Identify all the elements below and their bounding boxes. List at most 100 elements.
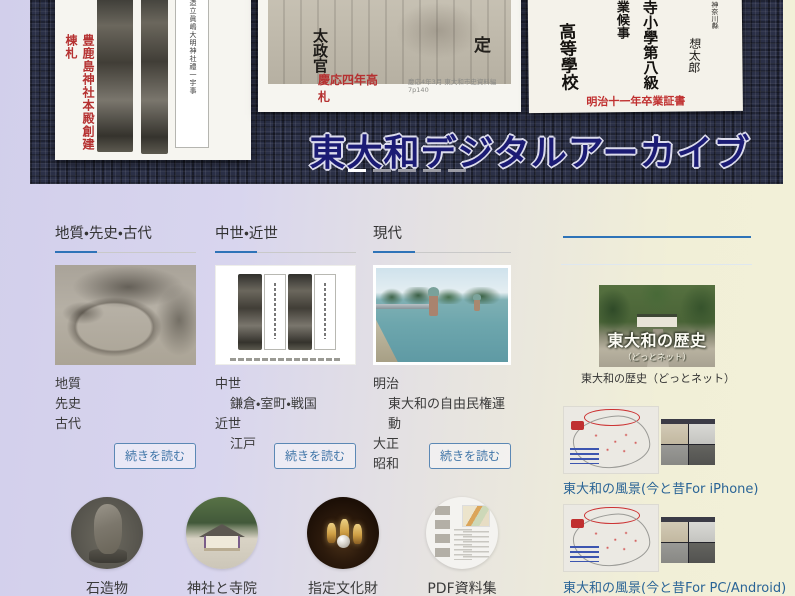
decor xyxy=(689,445,716,465)
read-more-button[interactable]: 続きを読む xyxy=(274,443,356,469)
read-more-button[interactable]: 続きを読む xyxy=(429,443,511,469)
category-label[interactable]: PDF資料集 xyxy=(427,578,496,596)
category-pdf-materials-image[interactable] xyxy=(426,497,498,569)
section-ancient-list: 地質 先史 古代 xyxy=(55,375,196,435)
decor xyxy=(570,448,599,464)
category-label[interactable]: 指定文化財 xyxy=(308,578,378,596)
sidebar-thumb-pc-android[interactable] xyxy=(563,504,715,574)
kosatsu-text: 定 xyxy=(468,36,493,53)
carousel-indicator[interactable] xyxy=(348,169,366,172)
section-heading: 現代 xyxy=(373,215,511,253)
photo-grid-thumbnail xyxy=(661,517,715,563)
banner-overlay-subtitle: （どっとネット） xyxy=(599,351,715,363)
hero-slide-caption-row: 慶応四年高札 慶応4年3月 東大和市史資料編7p140 xyxy=(268,71,511,105)
category-shrines-temples-image[interactable] xyxy=(186,497,258,569)
carousel-indicator[interactable] xyxy=(423,169,441,172)
kosatsu-text: 太政官 xyxy=(310,28,331,73)
section-heading-text: 現代 xyxy=(373,226,402,242)
decor xyxy=(462,505,490,527)
printed-tablet-text: 造立眞嶋大明神社禮一宇事 xyxy=(188,0,198,95)
hero-slide-caption: 明治十一年卒業証書 xyxy=(529,92,743,110)
section-ancient: 地質・先史・古代 地質 先史 古代 続きを読む xyxy=(55,215,196,470)
decor xyxy=(94,504,122,554)
wooden-tablet-image xyxy=(141,0,168,154)
diploma-text: 高等學校 xyxy=(553,22,581,91)
decor xyxy=(288,274,312,350)
sidebar-banner-caption: 東大和の歴史（どっとネット） xyxy=(577,370,739,386)
decor xyxy=(463,531,489,560)
list-item[interactable]: 近世 xyxy=(215,415,356,435)
decor xyxy=(376,287,508,304)
list-item[interactable]: 東大和の自由民権運動 xyxy=(373,395,511,435)
diploma-text: 業候事 xyxy=(612,0,631,39)
sidebar-heading-rule xyxy=(563,236,751,238)
sidebar-link-pc-android[interactable]: 東大和の風景(今と昔For PC/Android) xyxy=(563,577,786,596)
category-cultural-properties: 指定文化財 xyxy=(307,497,379,569)
section-modern-image[interactable] xyxy=(373,265,511,365)
section-ancient-image[interactable] xyxy=(55,265,196,365)
hero-slide-diploma[interactable]: 神奈川縣 想太郎 寺小學第八級 業候事 高等學校 明治十一年卒業証書 xyxy=(527,0,743,113)
list-item[interactable]: 中世 xyxy=(215,375,356,395)
decor xyxy=(376,304,431,309)
decor xyxy=(429,294,438,316)
hero-slide-kosatsu[interactable]: 太政官 定 慶応四年高札 慶応4年3月 東大和市史資料編7p140 xyxy=(258,0,521,112)
decor xyxy=(661,445,688,465)
decor xyxy=(376,320,416,362)
carousel-indicator[interactable] xyxy=(448,169,466,172)
list-item[interactable]: 鎌倉・室町・戦国 xyxy=(215,395,356,415)
category-shrines-temples: 神社と寺院 xyxy=(186,497,258,569)
category-label[interactable]: 神社と寺院 xyxy=(187,578,257,596)
decor xyxy=(570,546,599,562)
section-medieval-image[interactable] xyxy=(215,265,356,365)
decor xyxy=(314,274,336,350)
section-heading: 地質・先史・古代 xyxy=(55,215,196,253)
section-heading-text: 中世・近世 xyxy=(215,226,278,242)
decor xyxy=(353,524,362,544)
read-more-button[interactable]: 続きを読む xyxy=(114,443,196,469)
category-cultural-properties-image[interactable] xyxy=(307,497,379,569)
decor xyxy=(689,522,716,542)
page: 豊鹿島神社本殿創建棟札 造立眞嶋大明神社禮一宇事 太政官 定 慶応四年高札 慶応… xyxy=(0,0,795,596)
sidebar-divider xyxy=(561,264,752,265)
list-item[interactable]: 先史 xyxy=(55,395,196,415)
list-item[interactable]: 明治 xyxy=(373,375,511,395)
sidebar-history-banner[interactable]: 東大和の歴史 （どっとネット） xyxy=(599,285,715,367)
decor xyxy=(204,536,240,551)
decor xyxy=(689,543,716,563)
banner-overlay-title: 東大和の歴史 xyxy=(599,327,715,351)
decor xyxy=(337,535,350,548)
category-stone-artifacts-image[interactable] xyxy=(71,497,143,569)
decor xyxy=(474,299,480,311)
map-thumbnail xyxy=(563,406,659,474)
decor xyxy=(238,274,262,350)
category-pdf-materials: PDF資料集 xyxy=(426,497,498,569)
carousel-indicator[interactable] xyxy=(398,169,416,172)
section-modern: 現代 明治 東大和の自由民権運動 大正 昭和 続きを読む xyxy=(373,215,511,470)
diploma-text: 寺小學第八級 xyxy=(640,0,662,90)
hero-slide-subcaption: 慶応4年3月 東大和市史資料編7p140 xyxy=(408,76,511,94)
section-medieval: 中世・近世 中世 鎌倉・室町・戦国 近世 江戸 続きを読む xyxy=(215,215,356,470)
hero-slide-caption: 慶応四年高札 xyxy=(318,71,386,105)
decor xyxy=(661,522,688,542)
reservoir-photo xyxy=(376,268,508,362)
section-heading: 中世・近世 xyxy=(215,215,356,253)
printed-tablet-image: 造立眞嶋大明神社禮一宇事 xyxy=(175,0,209,148)
carousel-indicator[interactable] xyxy=(373,169,391,172)
decor xyxy=(571,421,584,430)
sidebar-thumb-iphone[interactable] xyxy=(563,406,715,476)
wooden-tablet-image xyxy=(97,0,133,152)
list-item[interactable]: 古代 xyxy=(55,415,196,435)
photo-grid-thumbnail xyxy=(661,419,715,465)
hero-slide-caption: 豊鹿島神社本殿創建棟札 xyxy=(63,34,97,160)
map-thumbnail xyxy=(563,504,659,572)
sidebar-link-iphone[interactable]: 東大和の風景(今と昔For iPhone) xyxy=(563,478,758,497)
decor xyxy=(327,523,336,543)
hero-slide-munafuda[interactable]: 豊鹿島神社本殿創建棟札 造立眞嶋大明神社禮一宇事 xyxy=(55,0,251,160)
hero-carousel: 豊鹿島神社本殿創建棟札 造立眞嶋大明神社禮一宇事 太政官 定 慶応四年高札 慶応… xyxy=(30,0,783,184)
section-heading-text: 地質・先史・古代 xyxy=(55,226,152,242)
category-label[interactable]: 石造物 xyxy=(86,578,128,596)
decor xyxy=(435,506,450,560)
decor xyxy=(571,519,584,528)
diploma-text: 神奈川縣 xyxy=(710,1,720,29)
list-item[interactable]: 地質 xyxy=(55,375,196,395)
